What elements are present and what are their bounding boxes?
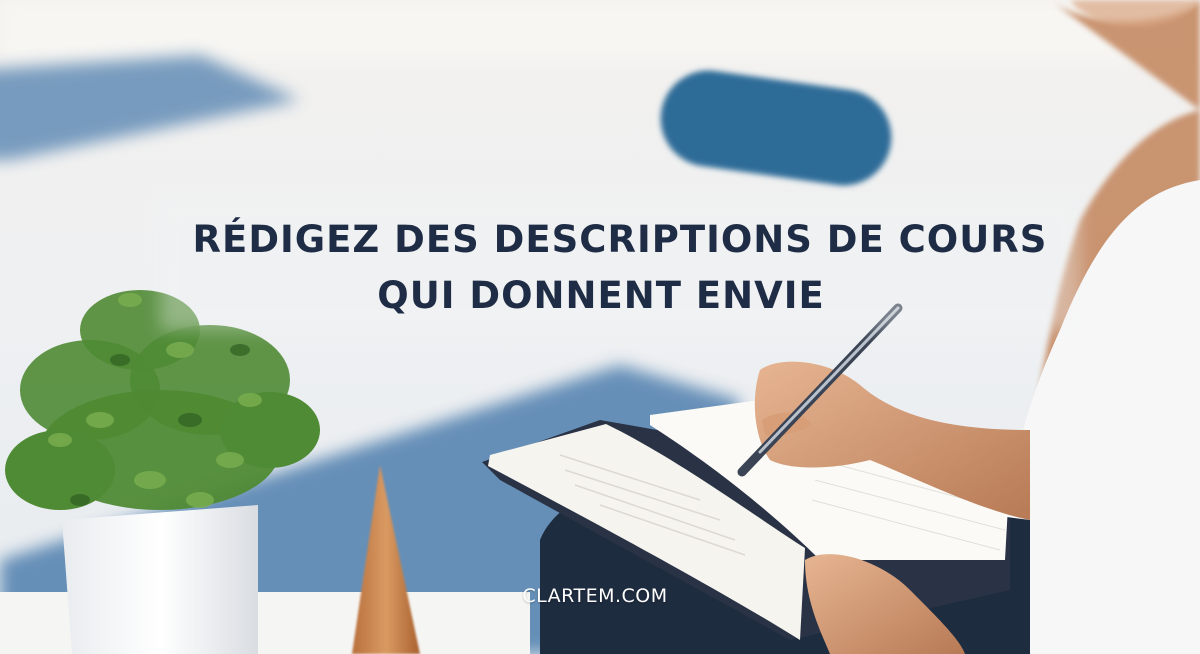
headline-line-2: QUI DONNENT ENVIE xyxy=(377,274,825,317)
website-domain: CLARTEM.COM xyxy=(522,585,668,607)
headline-line-1: RÉDIGEZ DES DESCRIPTIONS DE COURS xyxy=(192,218,1048,261)
hero-banner: RÉDIGEZ DES DESCRIPTIONS DE COURS QUI DO… xyxy=(0,0,1200,654)
headline: RÉDIGEZ DES DESCRIPTIONS DE COURS QUI DO… xyxy=(0,212,1200,324)
background-photo xyxy=(0,0,1200,654)
